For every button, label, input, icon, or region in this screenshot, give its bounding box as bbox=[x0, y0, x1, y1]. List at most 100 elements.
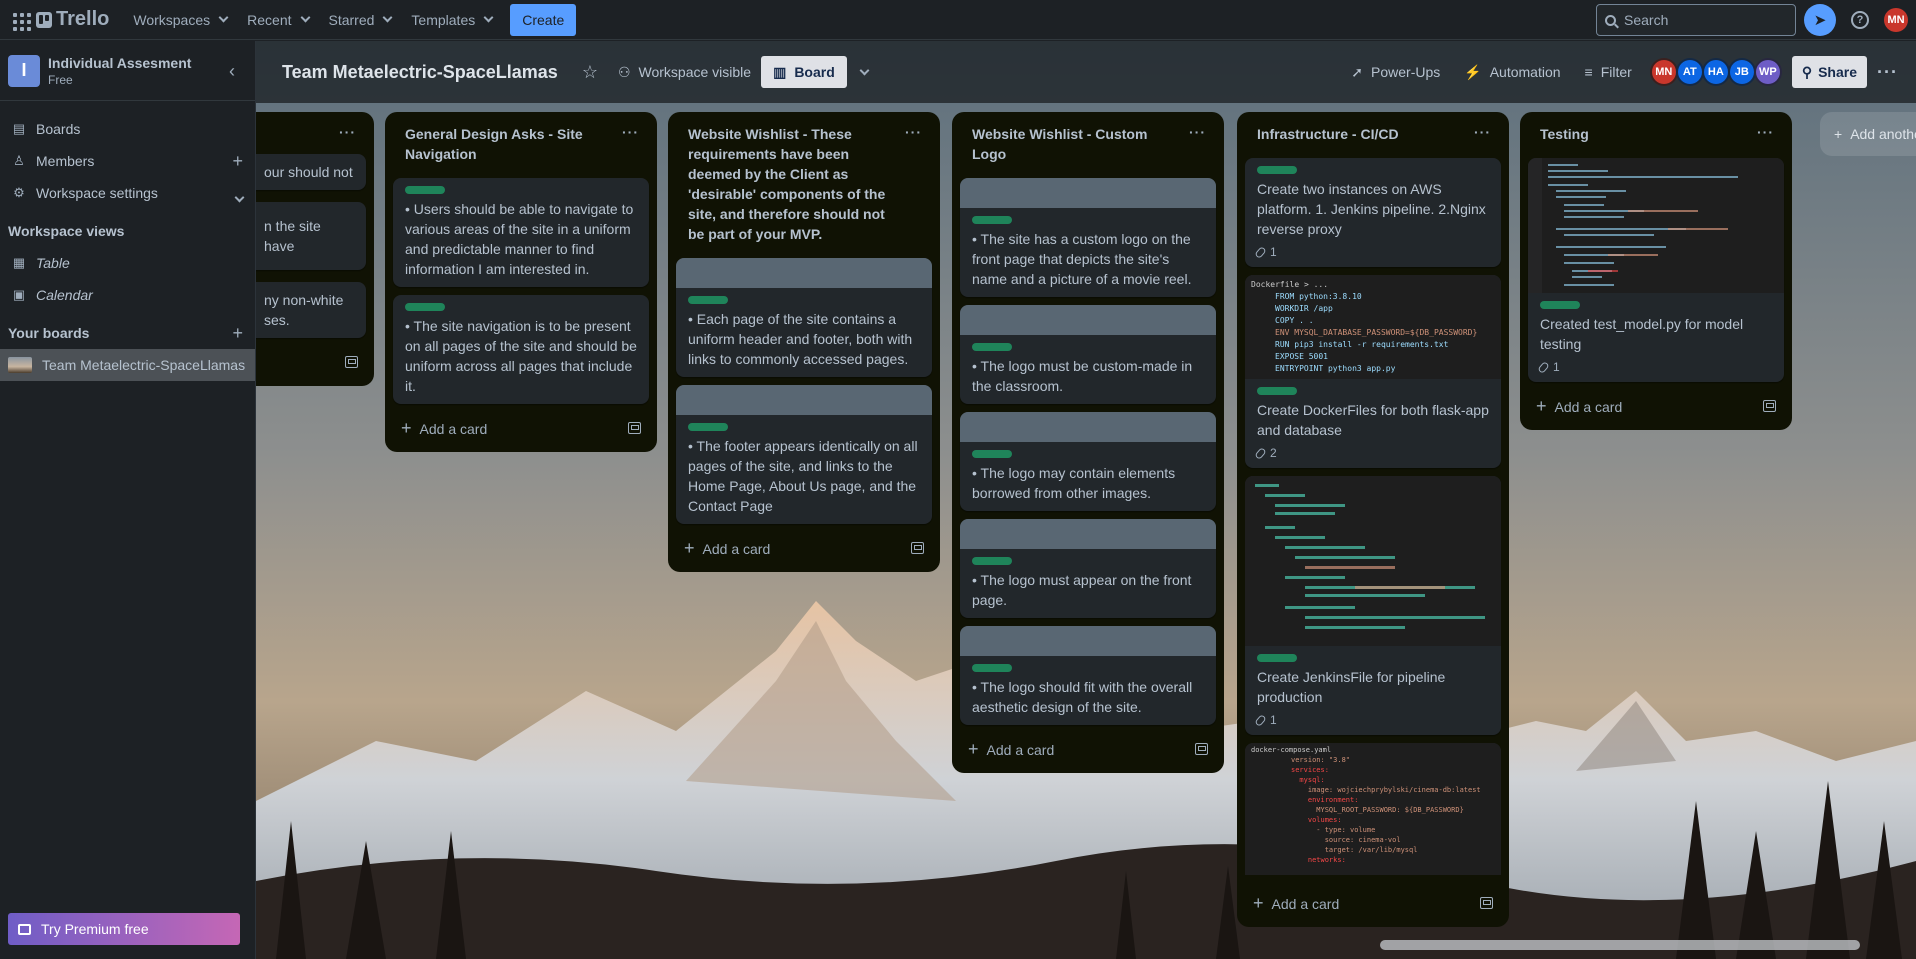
card[interactable]: • The logo may contain elements borrowed… bbox=[960, 412, 1216, 511]
views-dropdown[interactable] bbox=[847, 56, 878, 88]
rocket-icon: ➚ bbox=[1351, 63, 1364, 80]
card-template-icon[interactable] bbox=[911, 542, 924, 554]
card[interactable]: docker-compose.yaml version: "3.8" servi… bbox=[1245, 743, 1501, 875]
card-label[interactable] bbox=[1257, 387, 1297, 395]
card-label[interactable] bbox=[972, 343, 1012, 351]
sidebar-item-boards[interactable]: ▤ Boards bbox=[0, 113, 255, 145]
list-menu-icon[interactable]: ··· bbox=[1757, 124, 1774, 140]
list-title[interactable]: Website Wishlist - These requirements ha… bbox=[688, 124, 898, 244]
plus-icon: + bbox=[401, 417, 412, 438]
card-label[interactable] bbox=[1257, 654, 1297, 662]
card-label[interactable] bbox=[1540, 301, 1580, 309]
rocket-icon[interactable]: ➤ bbox=[1804, 4, 1836, 36]
workspace-name[interactable]: Individual Assesment bbox=[48, 55, 191, 71]
card[interactable]: Dockerfile > ... FROM python:3.8.10 WORK… bbox=[1245, 275, 1501, 468]
card[interactable]: ny non-white ses. bbox=[256, 282, 366, 338]
card-label[interactable] bbox=[972, 664, 1012, 672]
card[interactable]: • Each page of the site contains a unifo… bbox=[676, 258, 932, 377]
trello-logo[interactable]: Trello bbox=[36, 8, 109, 31]
list-title[interactable]: Testing bbox=[1540, 124, 1750, 144]
sidebar-item-calendar[interactable]: ▣ Calendar bbox=[0, 279, 255, 311]
member-avatar[interactable]: HA bbox=[1701, 58, 1730, 86]
visibility-button[interactable]: ⚇ Workspace visible bbox=[608, 56, 761, 88]
automation-button[interactable]: ⚡ Automation bbox=[1454, 56, 1570, 88]
list-menu-icon[interactable]: ··· bbox=[339, 124, 356, 140]
card-template-icon[interactable] bbox=[1195, 743, 1208, 755]
card[interactable]: • The footer appears identically on all … bbox=[676, 385, 932, 524]
add-board-icon[interactable]: + bbox=[232, 323, 243, 344]
card[interactable]: • The logo must be custom-made in the cl… bbox=[960, 305, 1216, 404]
add-card-button[interactable]: + Add a card bbox=[960, 733, 1216, 765]
recent-menu[interactable]: Recent bbox=[237, 4, 318, 36]
member-avatar[interactable]: WP bbox=[1753, 58, 1782, 86]
top-nav: Trello Workspaces Recent Starred Templat… bbox=[0, 0, 1916, 40]
member-avatar[interactable]: MN bbox=[1649, 58, 1678, 86]
power-ups-button[interactable]: ➚ Power-Ups bbox=[1341, 56, 1450, 88]
sidebar-item-members[interactable]: ♙ Members + bbox=[0, 145, 255, 177]
list-menu-icon[interactable]: ··· bbox=[1189, 124, 1206, 140]
card-label[interactable] bbox=[972, 557, 1012, 565]
horizontal-scrollbar[interactable] bbox=[1380, 940, 1860, 950]
add-card-button[interactable]: + Add a card bbox=[1245, 887, 1501, 919]
card-label[interactable] bbox=[688, 296, 728, 304]
add-card-button[interactable]: + Add a card bbox=[393, 412, 649, 444]
card-template-icon[interactable] bbox=[628, 422, 641, 434]
list-menu-icon[interactable]: ··· bbox=[1474, 124, 1491, 140]
list-menu-icon[interactable]: ··· bbox=[622, 124, 639, 140]
chevron-down-icon bbox=[234, 192, 245, 203]
list-cards-scroll[interactable]: Create two instances on AWS platform. 1.… bbox=[1245, 150, 1501, 875]
app-switcher-icon[interactable] bbox=[8, 8, 32, 32]
card-label[interactable] bbox=[688, 423, 728, 431]
board-title[interactable]: Team Metaelectric-SpaceLlamas bbox=[282, 62, 558, 83]
board-menu-icon[interactable]: ··· bbox=[1871, 62, 1904, 83]
card[interactable]: Create JenkinsFile for pipeline producti… bbox=[1245, 476, 1501, 735]
card-label[interactable] bbox=[972, 216, 1012, 224]
card[interactable]: n the site have bbox=[256, 202, 366, 270]
member-avatar[interactable]: AT bbox=[1675, 58, 1704, 86]
star-board-button[interactable]: ☆ bbox=[572, 56, 608, 88]
templates-menu[interactable]: Templates bbox=[401, 4, 502, 36]
list-menu-icon[interactable]: ··· bbox=[905, 124, 922, 140]
card[interactable]: Create two instances on AWS platform. 1.… bbox=[1245, 158, 1501, 267]
search-input[interactable] bbox=[1624, 12, 1774, 28]
add-card-button[interactable]: + Add a card bbox=[676, 532, 932, 564]
card[interactable]: Created test_model.py for model testing 1 bbox=[1528, 158, 1784, 382]
card-template-icon[interactable] bbox=[1763, 400, 1776, 412]
card[interactable]: • Users should be able to navigate to va… bbox=[393, 178, 649, 287]
card-label[interactable] bbox=[1257, 166, 1297, 174]
chevron-down-icon bbox=[300, 12, 310, 23]
card[interactable]: • The site navigation is to be present o… bbox=[393, 295, 649, 404]
create-button[interactable]: Create bbox=[510, 3, 577, 36]
help-button[interactable]: ? bbox=[1844, 4, 1876, 36]
member-avatar[interactable]: JB bbox=[1727, 58, 1756, 86]
workspaces-menu[interactable]: Workspaces bbox=[123, 4, 237, 36]
board-view-button[interactable]: ▥ Board bbox=[761, 56, 847, 88]
card-template-icon[interactable] bbox=[1480, 897, 1493, 909]
card-label[interactable] bbox=[405, 186, 445, 194]
sidebar-item-table[interactable]: ▦ Table bbox=[0, 247, 255, 279]
card-label[interactable] bbox=[405, 303, 445, 311]
card[interactable]: • The logo must appear on the front page… bbox=[960, 519, 1216, 618]
workspace-sidebar: I Individual Assesment Free ‹ ▤ Boards ♙ M… bbox=[0, 41, 256, 959]
sidebar-board-item[interactable]: Team Metaelectric-SpaceLlamas bbox=[0, 349, 255, 381]
card[interactable]: • The site has a custom logo on the fron… bbox=[960, 178, 1216, 297]
search-field[interactable] bbox=[1596, 4, 1796, 36]
add-card-button[interactable] bbox=[256, 346, 366, 378]
list-title[interactable]: Website Wishlist - Custom Logo bbox=[972, 124, 1182, 164]
filter-button[interactable]: ≡ Filter bbox=[1575, 56, 1642, 88]
add-list-button[interactable]: +Add another list bbox=[1820, 112, 1916, 156]
list-title[interactable]: Infrastructure - CI/CD bbox=[1257, 124, 1467, 144]
card[interactable]: our should not bbox=[256, 154, 366, 190]
card-template-icon[interactable] bbox=[345, 356, 358, 368]
share-button[interactable]: ⚲ Share bbox=[1791, 56, 1868, 88]
add-card-button[interactable]: + Add a card bbox=[1528, 390, 1784, 422]
account-avatar[interactable]: MN bbox=[1884, 8, 1908, 32]
card[interactable]: • The logo should fit with the overall a… bbox=[960, 626, 1216, 725]
starred-menu[interactable]: Starred bbox=[319, 4, 402, 36]
add-member-icon[interactable]: + bbox=[232, 151, 243, 172]
list-title[interactable]: General Design Asks - Site Navigation bbox=[405, 124, 615, 164]
card-label[interactable] bbox=[972, 450, 1012, 458]
collapse-sidebar-icon[interactable]: ‹ bbox=[229, 61, 235, 82]
try-premium-button[interactable]: Try Premium free bbox=[8, 913, 240, 945]
sidebar-item-workspace-settings[interactable]: ⚙ Workspace settings bbox=[0, 177, 255, 209]
